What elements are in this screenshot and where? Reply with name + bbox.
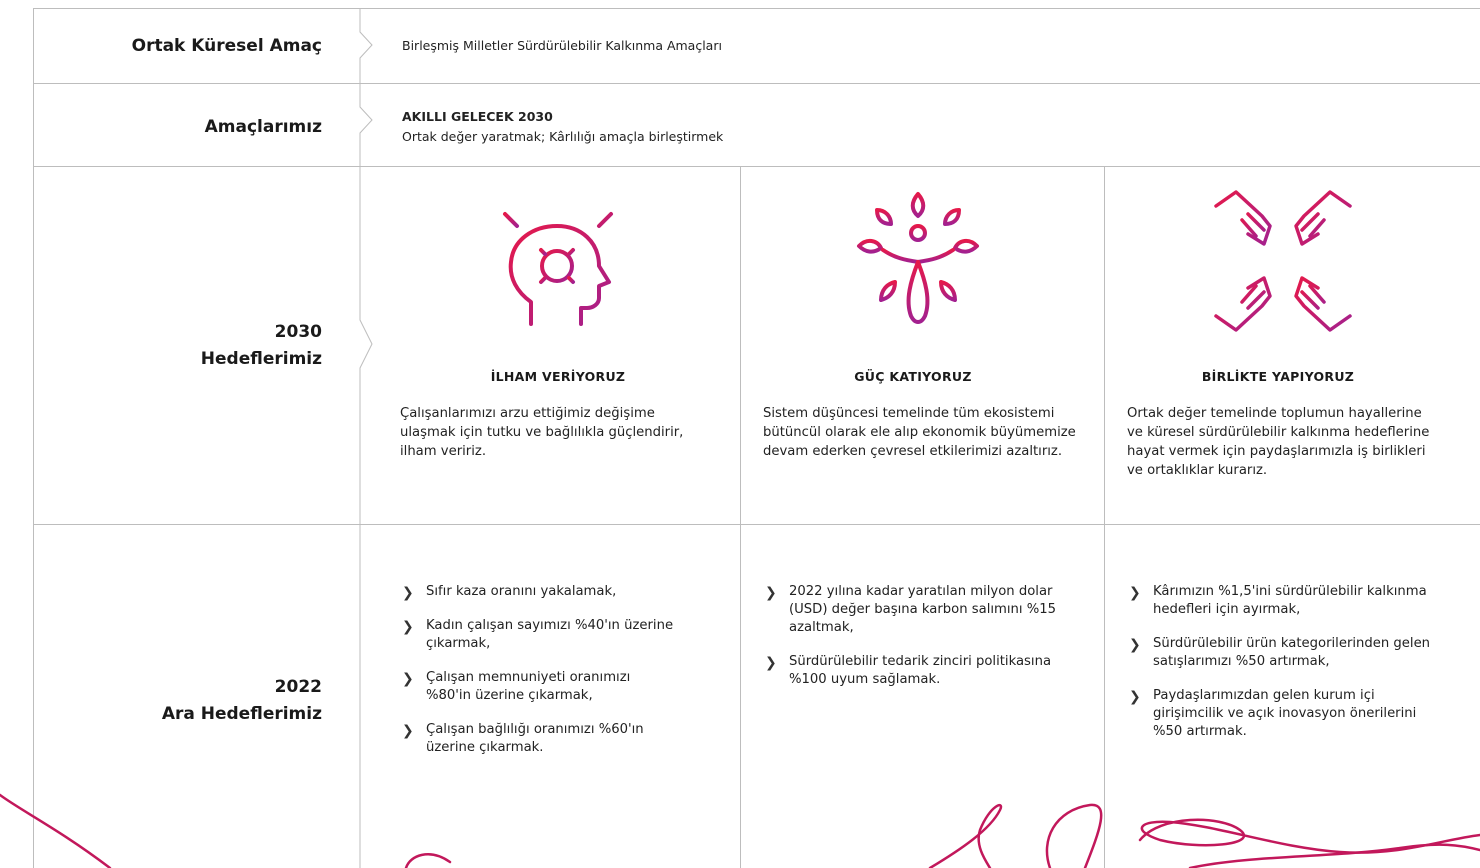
targets-2022-year: 2022: [274, 677, 322, 697]
bullet-line: Sıfır kaza oranını yakalamak,: [426, 584, 617, 599]
chevron-right-icon: ❯: [1129, 585, 1141, 601]
list-item: ❯ Sürdürülebilir tedarik zinciri politika…: [763, 653, 1093, 689]
joined-hands-icon: [1214, 190, 1352, 332]
desc-line: hayat vermek için paydaşlarımızla iş bir…: [1127, 444, 1426, 459]
frame-left: [33, 8, 34, 868]
bullet-line: %80'in üzerine çıkarmak,: [426, 688, 593, 703]
desc-line: bütüncül olarak ele alıp ekonomik büyüme…: [763, 425, 1076, 440]
list-item: ❯ Sürdürülebilir ürün kategorilerinden ge…: [1127, 635, 1467, 671]
list-item: ❯ Sıfır kaza oranını yakalamak,: [400, 583, 730, 601]
chevron-divider: [359, 8, 373, 868]
chevron-right-icon: ❯: [402, 723, 414, 739]
bullet-line: hedefleri için ayırmak,: [1153, 602, 1301, 617]
column-title-inspire: İLHAM VERİYORUZ: [490, 369, 626, 384]
bullet-line: üzerine çıkarmak.: [426, 740, 544, 755]
targets-2022-label: Ara Hedeflerimiz: [161, 704, 322, 724]
bullet-line: Kârımızın %1,5'ini sürdürülebilir kalkın…: [1153, 584, 1427, 599]
bullet-line: (USD) değer başına karbon salımını %15: [789, 602, 1057, 617]
column-divider-3: [1104, 166, 1105, 868]
row-divider-2: [33, 166, 1480, 167]
bullet-line: satışlarımızı %50 artırmak,: [1153, 654, 1330, 669]
aims-title: AKILLI GELECEK 2030: [402, 109, 553, 124]
chevron-right-icon: ❯: [1129, 689, 1141, 705]
bullet-line: Çalışan memnuniyeti oranımızı: [426, 670, 631, 685]
bullet-line: 2022 yılına kadar yaratılan milyon dolar: [789, 584, 1053, 599]
desc-line: ilham veririz.: [400, 444, 487, 459]
aims-label: Amaçlarımız: [204, 117, 322, 137]
bullet-line: girişimcilik ve açık inovasyon önerileri…: [1153, 706, 1417, 721]
head-gear-icon: [481, 190, 635, 326]
chevron-right-icon: ❯: [765, 655, 777, 671]
bullet-line: Kadın çalışan sayımızı %40'ın üzerine: [426, 618, 674, 633]
desc-line: ve küresel sürdürülebilir kalkınma hedef…: [1127, 425, 1430, 440]
chevron-right-icon: ❯: [402, 619, 414, 635]
tree-leaves-icon: [857, 192, 979, 324]
targets-2030-year: 2030: [274, 322, 322, 342]
list-item: ❯ Paydaşlarımızdan gelen kurum içi girişim…: [1127, 687, 1467, 741]
bullet-list-together: ❯ Kârımızın %1,5'ini sürdürülebilir kalkı…: [1127, 583, 1467, 757]
row-divider-3: [33, 524, 1480, 525]
desc-line: Sistem düşüncesi temelinde tüm ekosistem…: [763, 406, 1055, 421]
goal-label: Ortak Küresel Amaç: [131, 36, 322, 56]
bullet-line: Çalışan bağlılığı oranımızı %60'ın: [426, 722, 644, 737]
bullet-line: Sürdürülebilir tedarik zinciri politikas…: [789, 654, 1052, 669]
column-title-empower: GÜÇ KATIYORUZ: [854, 369, 972, 384]
chevron-right-icon: ❯: [765, 585, 777, 601]
list-item: ❯ Çalışan memnuniyeti oranımızı %80'in üze…: [400, 669, 730, 705]
list-item: ❯ Kadın çalışan sayımızı %40'ın üzerine çı…: [400, 617, 730, 653]
bullet-line: %50 artırmak.: [1153, 724, 1247, 739]
bullet-line: azaltmak,: [789, 620, 854, 635]
chevron-right-icon: ❯: [402, 585, 414, 601]
column-desc-empower: Sistem düşüncesi temelinde tüm ekosistem…: [763, 404, 1098, 461]
column-desc-inspire: Çalışanlarımızı arzu ettiğimiz değişime …: [400, 404, 730, 461]
targets-2030-label: Hedeflerimiz: [200, 349, 322, 369]
chevron-right-icon: ❯: [402, 671, 414, 687]
desc-line: ulaşmak için tutku ve bağlılıkla güçlend…: [400, 425, 684, 440]
column-divider-2: [740, 166, 741, 868]
list-item: ❯ Kârımızın %1,5'ini sürdürülebilir kalkı…: [1127, 583, 1467, 619]
desc-line: devam ederken çevresel etkilerimizi azal…: [763, 444, 1063, 459]
frame-top: [33, 8, 1480, 9]
column-title-together: BİRLİKTE YAPIYORUZ: [1201, 369, 1355, 384]
list-item: ❯ Çalışan bağlılığı oranımızı %60'ın üzeri…: [400, 721, 730, 757]
desc-line: Ortak değer temelinde toplumun hayalleri…: [1127, 406, 1422, 421]
column-desc-together: Ortak değer temelinde toplumun hayalleri…: [1127, 404, 1472, 480]
bullet-list-inspire: ❯ Sıfır kaza oranını yakalamak, ❯ Kadın ça…: [400, 583, 730, 773]
aims-value: Ortak değer yaratmak; Kârlılığı amaçla b…: [402, 129, 724, 144]
bullet-line: çıkarmak,: [426, 636, 491, 651]
bullet-line: Sürdürülebilir ürün kategorilerinden gel…: [1153, 636, 1431, 651]
bullet-list-empower: ❯ 2022 yılına kadar yaratılan milyon dola…: [763, 583, 1093, 705]
row-divider-1: [33, 83, 1480, 84]
bullet-line: Paydaşlarımızdan gelen kurum içi: [1153, 688, 1375, 703]
desc-line: Çalışanlarımızı arzu ettiğimiz değişime: [400, 406, 655, 421]
list-item: ❯ 2022 yılına kadar yaratılan milyon dola…: [763, 583, 1093, 637]
bullet-line: %100 uyum sağlamak.: [789, 672, 941, 687]
chevron-right-icon: ❯: [1129, 637, 1141, 653]
goal-value: Birleşmiş Milletler Sürdürülebilir Kalkı…: [402, 38, 722, 53]
desc-line: ve ortaklıklar kurarız.: [1127, 463, 1268, 478]
